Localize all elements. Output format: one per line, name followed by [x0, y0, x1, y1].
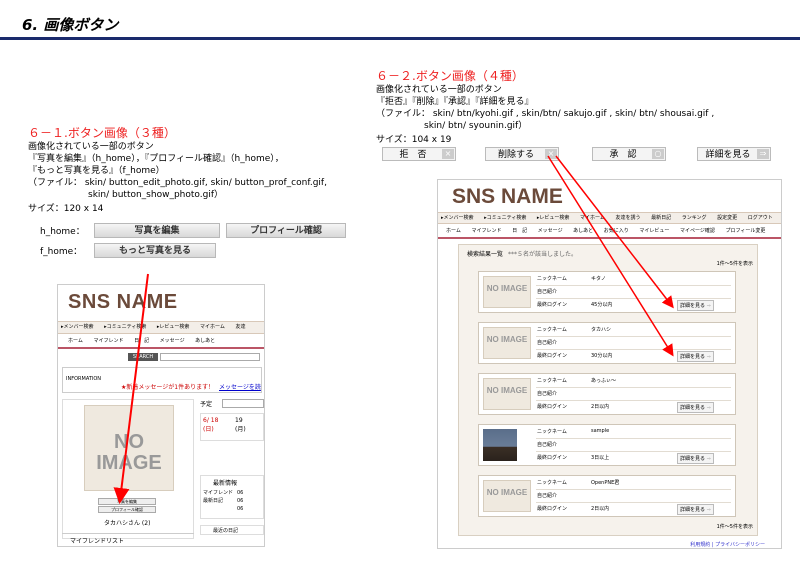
annotation-arrows [113, 155, 674, 504]
arrow-to-detail-2 [547, 155, 674, 357]
arrow-to-edit-button [113, 273, 149, 504]
arrow-to-detail-1 [555, 155, 674, 309]
